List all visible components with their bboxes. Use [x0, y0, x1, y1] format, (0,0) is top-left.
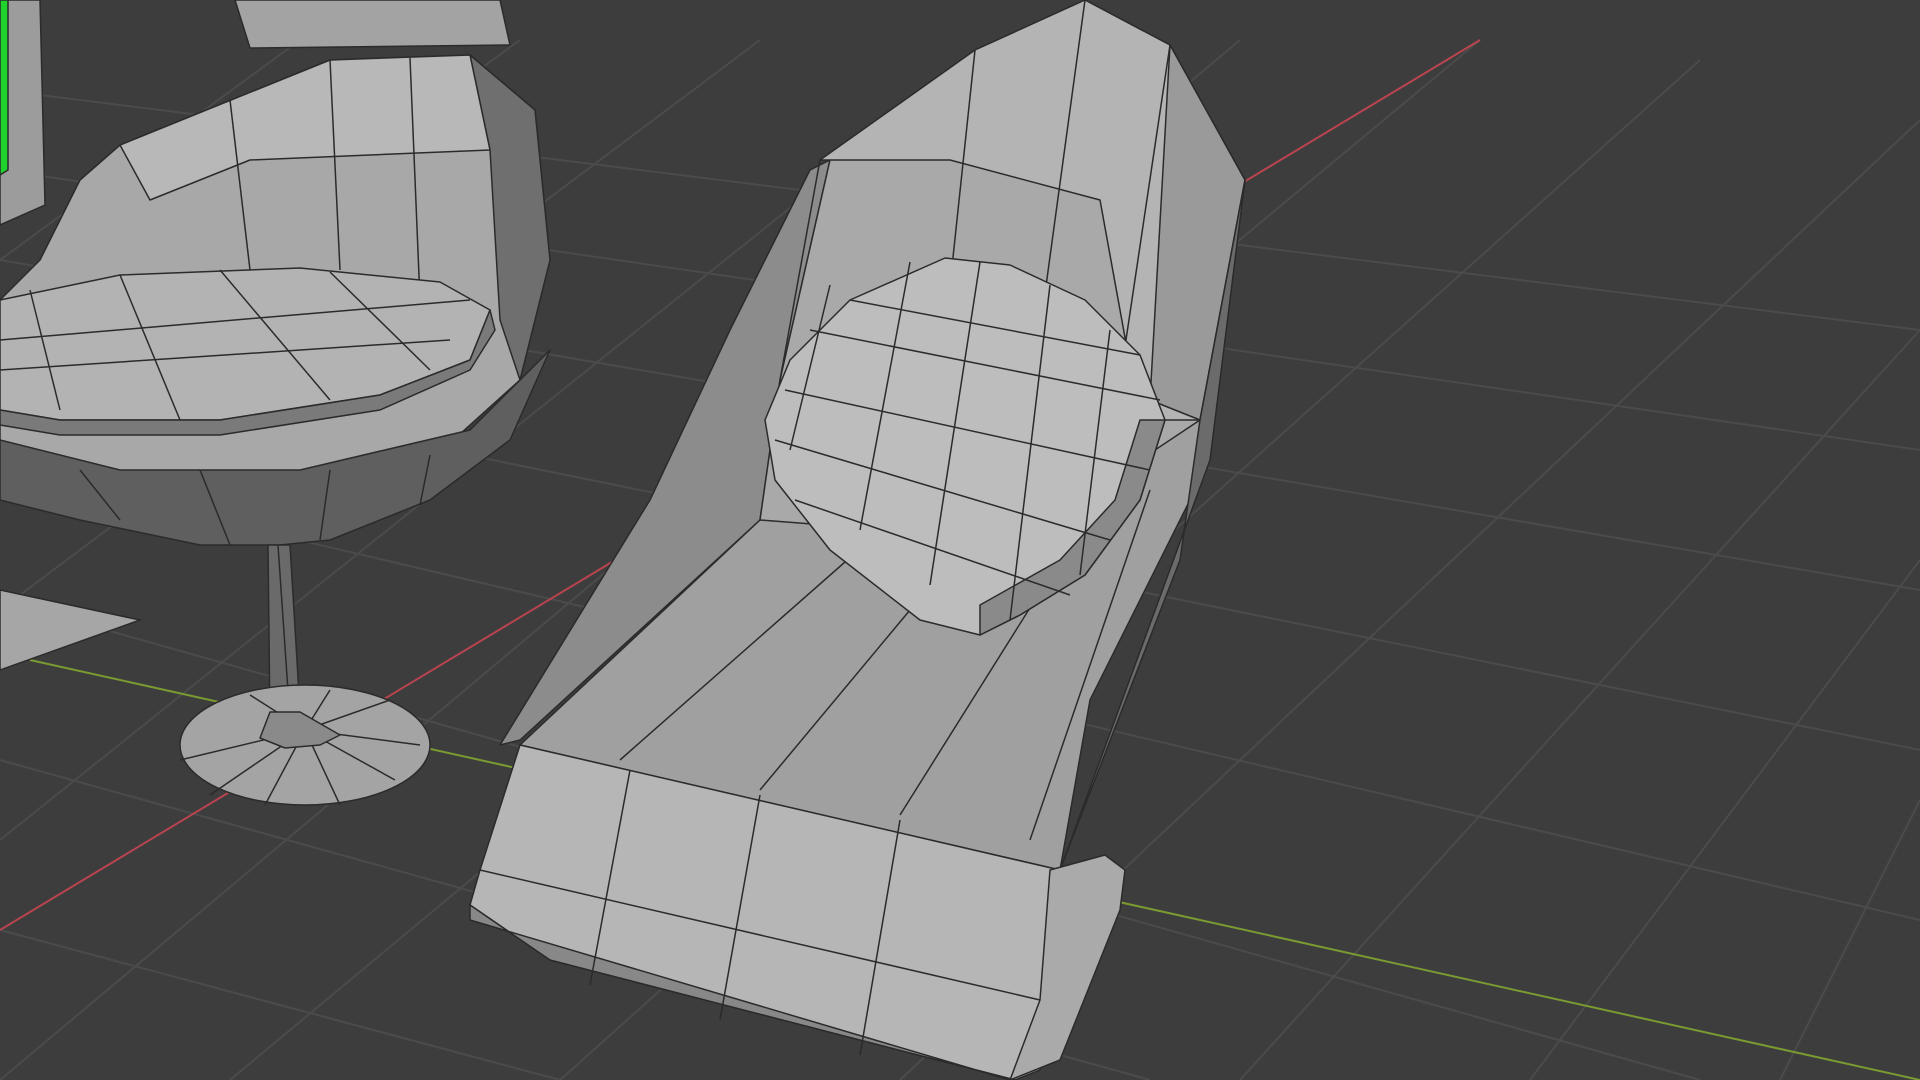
selection-outline: [0, 0, 9, 176]
3d-viewport[interactable]: [0, 0, 1920, 1080]
